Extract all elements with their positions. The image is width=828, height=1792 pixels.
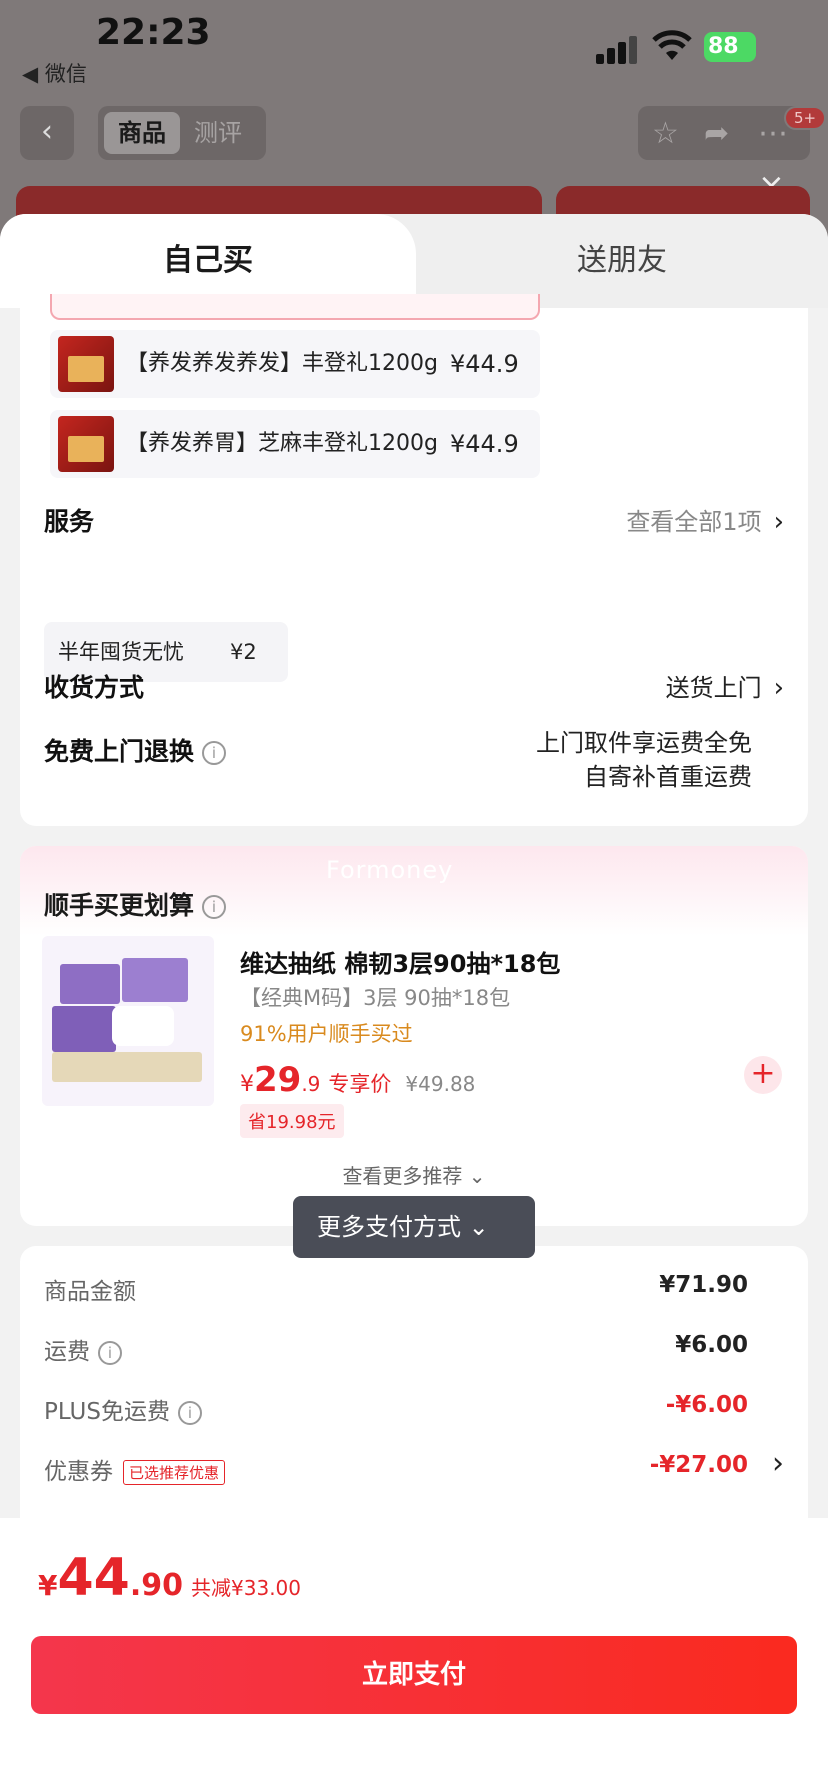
- info-icon[interactable]: i: [98, 1340, 122, 1365]
- product-name[interactable]: 维达抽纸 棉韧3层90抽*18包: [240, 944, 560, 979]
- star-icon[interactable]: ☆: [652, 116, 679, 151]
- bought-rate: 91%用户顺手买过: [240, 1022, 413, 1046]
- delivery-value: 送货上门: [665, 674, 762, 702]
- total-symbol: ¥: [38, 1569, 58, 1602]
- back-to-wechat-link[interactable]: ◀ 微信: [22, 58, 87, 88]
- coupon-value[interactable]: -¥27.00: [650, 1452, 748, 1478]
- gift-price: ¥44.9: [450, 350, 519, 378]
- status-bar: 22:23 ◀ 微信 88: [0, 0, 828, 100]
- gift-name: 【养发养胃】芝麻丰登礼1200g: [126, 431, 438, 456]
- clock: 22:23: [96, 12, 211, 53]
- price-tag: 专享价: [328, 1072, 392, 1096]
- product-price: ¥29.9 专享价 ¥49.88: [240, 1060, 475, 1100]
- gift-option[interactable]: 【养发养胃】芝麻丰登礼1200g ¥44.9: [50, 410, 540, 478]
- add-to-order-button[interactable]: +: [744, 1056, 782, 1094]
- gift-name: 【养发养发养发】丰登礼1200g: [126, 351, 438, 376]
- goods-amount-value: ¥71.90: [659, 1272, 748, 1298]
- signal-icon: [596, 34, 640, 64]
- freight-label-text: 运费: [44, 1339, 90, 1365]
- coupon-label: 优惠券 已选推荐优惠: [44, 1452, 226, 1486]
- recommend-card: Formoney 顺手买更划算 i 维达抽纸 棉韧3层90抽*18包 【经典M码】…: [20, 846, 808, 1226]
- chevron-right-icon: ›: [773, 673, 784, 703]
- service-chip-price: ¥2: [230, 640, 257, 664]
- original-price: ¥49.88: [405, 1072, 476, 1096]
- return-title-label: 免费上门退换: [44, 737, 195, 766]
- return-detail: 上门取件享运费全免 自寄补首重运费: [536, 726, 752, 794]
- battery-icon: 88: [704, 32, 756, 62]
- gift-price: ¥44.9: [450, 430, 519, 458]
- tab-product[interactable]: 商品: [104, 112, 180, 154]
- total-integer: 44: [57, 1548, 130, 1608]
- goods-amount-label: 商品金额: [44, 1279, 136, 1305]
- product-image[interactable]: [42, 936, 214, 1106]
- tab-review[interactable]: 测评: [194, 112, 242, 154]
- checkout-screen: 22:23 ◀ 微信 88 ‹ 商品 测评 ☆ ➦ ⋯ 5+ × 自己买 送朋友: [0, 0, 828, 1792]
- chevron-right-icon: ›: [773, 507, 784, 537]
- savings-badge: 省19.98元: [240, 1104, 344, 1138]
- total-decimal: .90: [129, 1568, 184, 1603]
- more-payment-methods-button[interactable]: 更多支付方式 ⌄: [293, 1196, 535, 1258]
- wifi-icon: [652, 30, 692, 60]
- delivery-selector[interactable]: 送货上门 ›: [666, 668, 784, 703]
- watermark: Formoney: [326, 856, 454, 884]
- info-icon[interactable]: i: [202, 895, 227, 919]
- coupon-label-text: 优惠券: [44, 1459, 113, 1485]
- price-decimal: .9: [301, 1072, 321, 1096]
- service-title: 服务: [44, 507, 95, 536]
- price-symbol: ¥: [240, 1072, 254, 1097]
- plus-free-label-text: PLUS免运费: [44, 1399, 170, 1425]
- pay-now-button[interactable]: 立即支付: [31, 1636, 797, 1714]
- more-recommend-link[interactable]: 查看更多推荐 ⌄: [20, 1160, 808, 1189]
- gift-thumbnail: [58, 416, 114, 472]
- product-nav: ‹ 商品 测评 ☆ ➦ ⋯: [0, 106, 828, 164]
- plus-free-value: -¥6.00: [665, 1392, 748, 1418]
- return-line-2: 自寄补首重运费: [584, 763, 752, 791]
- info-icon[interactable]: i: [177, 1400, 202, 1425]
- freight-label: 运费 i: [44, 1332, 122, 1366]
- price-integer: 29: [254, 1060, 302, 1100]
- message-badge: 5+: [784, 106, 827, 130]
- back-button[interactable]: ‹: [20, 106, 74, 160]
- chevron-right-icon[interactable]: ›: [772, 1446, 784, 1481]
- order-options-card: 【养发养发养发】丰登礼1200g ¥44.9 【养发养胃】芝麻丰登礼1200g …: [20, 294, 808, 826]
- delivery-title: 收货方式: [44, 673, 145, 702]
- share-icon[interactable]: ➦: [704, 116, 729, 151]
- recommend-title-label: 顺手买更划算: [44, 891, 195, 920]
- checkout-bar: ¥44.90 共减¥33.00 立即支付: [0, 1518, 828, 1792]
- return-line-1: 上门取件享运费全免: [536, 729, 752, 757]
- info-icon[interactable]: i: [202, 741, 227, 765]
- coupon-tag: 已选推荐优惠: [123, 1460, 226, 1485]
- price-summary-card: 商品金额 ¥71.90 运费 i ¥6.00 PLUS免运费 i -¥6.00 优惠…: [20, 1246, 808, 1546]
- selected-gift-edge: [50, 294, 540, 320]
- total-savings: 共减¥33.00: [191, 1576, 301, 1600]
- service-view-all[interactable]: 查看全部1项 ›: [626, 502, 784, 537]
- total-price: ¥44.90 共减¥33.00: [38, 1548, 301, 1608]
- gift-option[interactable]: 【养发养发养发】丰登礼1200g ¥44.9: [50, 330, 540, 398]
- service-view-all-label: 查看全部1项: [626, 508, 762, 536]
- recommend-title: 顺手买更划算 i: [44, 886, 227, 922]
- page-switcher: 商品 测评: [98, 106, 266, 160]
- plus-free-label: PLUS免运费 i: [44, 1392, 202, 1426]
- gift-thumbnail: [58, 336, 114, 392]
- freight-value: ¥6.00: [675, 1332, 748, 1358]
- return-title: 免费上门退换 i: [44, 732, 227, 768]
- product-spec: 【经典M码】3层 90抽*18包: [240, 986, 511, 1010]
